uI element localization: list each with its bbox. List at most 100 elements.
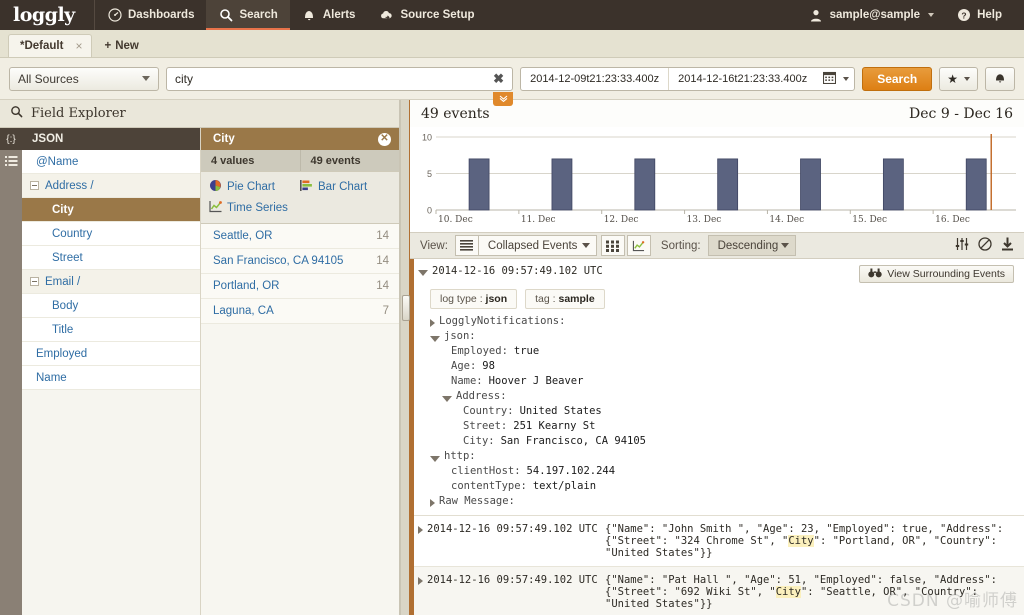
events-list[interactable]: 2014-12-16 09:57:49.102 UTC View Surroun…	[410, 259, 1024, 615]
sort-mode-select[interactable]: Descending	[708, 235, 796, 256]
saved-searches-button[interactable]: ★	[939, 67, 978, 91]
field-row-title[interactable]: Title	[22, 318, 200, 342]
clear-query-icon[interactable]: ✖	[493, 71, 504, 87]
expand-toggle-icon[interactable]	[418, 526, 423, 534]
json-line[interactable]: http:	[430, 449, 1024, 464]
field-row-street[interactable]: Street	[22, 246, 200, 270]
expand-toggle-icon[interactable]	[30, 277, 39, 286]
clock-icon[interactable]	[978, 237, 992, 254]
list-view-icon[interactable]	[455, 235, 479, 256]
user-menu[interactable]: sample@sample	[799, 0, 944, 30]
panel-resize-divider[interactable]	[400, 100, 410, 615]
events-histogram[interactable]: 051010. Dec11. Dec12. Dec13. Dec14. Dec1…	[410, 127, 1024, 232]
event-row[interactable]: 2014-12-16 09:57:49.102 UTC{"Name": "Pat…	[410, 567, 1024, 615]
tab-default[interactable]: *Default ×	[8, 34, 92, 57]
close-icon[interactable]: ✕	[378, 133, 391, 146]
histogram-bar[interactable]	[801, 159, 821, 210]
list-view-icon[interactable]	[0, 150, 22, 172]
collapse-toggle-icon[interactable]	[418, 270, 428, 276]
json-line[interactable]: Address:	[430, 389, 1024, 404]
json-line[interactable]: contentType:text/plain	[430, 479, 1024, 494]
tag-sample[interactable]: tag : sample	[525, 289, 605, 309]
field-list[interactable]: @NameAddress /CityCountryStreetEmail /Bo…	[22, 150, 200, 615]
search-button[interactable]: Search	[862, 67, 932, 91]
collapse-toggle-icon[interactable]	[430, 336, 440, 342]
field-row-address[interactable]: Address /	[22, 174, 200, 198]
json-line[interactable]: Employed:true	[430, 344, 1024, 359]
nav-item-dashboards[interactable]: Dashboards	[95, 0, 206, 30]
field-value-row[interactable]: San Francisco, CA 9410514	[201, 249, 399, 274]
event-json-tree[interactable]: LogglyNotifications:json:Employed:trueAg…	[410, 313, 1024, 511]
time-range-picker[interactable]: 2014-12-09t21:23:33.400z 2014-12-16t21:2…	[520, 67, 855, 91]
json-line[interactable]: Raw Message:	[430, 494, 1024, 509]
tag-log-type[interactable]: log type : json	[430, 289, 517, 309]
view-mode-select[interactable]: Collapsed Events	[479, 235, 597, 256]
expand-toggle-icon[interactable]	[430, 499, 435, 507]
json-line[interactable]: json:	[430, 329, 1024, 344]
histogram-svg[interactable]: 051010. Dec11. Dec12. Dec13. Dec14. Dec1…	[410, 127, 1024, 232]
field-row-body[interactable]: Body	[22, 294, 200, 318]
chart-view-icon[interactable]	[627, 235, 651, 256]
resize-grip[interactable]	[402, 295, 410, 321]
json-line[interactable]: Age:98	[430, 359, 1024, 374]
collapse-toggle-icon[interactable]	[430, 456, 440, 462]
filter-sliders-icon[interactable]	[955, 237, 969, 254]
histogram-bar[interactable]	[966, 159, 986, 210]
json-view-icon[interactable]: {:}	[0, 128, 22, 150]
view-surrounding-events-button[interactable]: View Surrounding Events	[859, 265, 1014, 283]
collapsed-event-rows[interactable]: 2014-12-16 09:57:49.102 UTC{"Name": "Joh…	[410, 516, 1024, 615]
values-count-label: 4 values	[201, 150, 300, 171]
nav-item-alerts[interactable]: Alerts	[290, 0, 368, 30]
field-row-name[interactable]: Name	[22, 366, 200, 390]
field-value-row[interactable]: Laguna, CA7	[201, 299, 399, 324]
histogram-bar[interactable]	[718, 159, 738, 210]
calendar-button[interactable]	[816, 71, 854, 87]
field-row-employed[interactable]: Employed	[22, 342, 200, 366]
json-line[interactable]: Country:United States	[430, 404, 1024, 419]
close-icon[interactable]: ×	[75, 39, 82, 53]
field-explorer-title: Field Explorer	[31, 106, 126, 121]
time-to-field[interactable]: 2014-12-16t21:23:33.400z	[668, 68, 816, 90]
help-link[interactable]: ? Help	[946, 0, 1012, 30]
field-row-name[interactable]: @Name	[22, 150, 200, 174]
grid-view-icon[interactable]	[601, 235, 625, 256]
field-row-email[interactable]: Email /	[22, 270, 200, 294]
download-icon[interactable]	[1001, 237, 1014, 254]
histogram-bar[interactable]	[552, 159, 572, 210]
pie-chart-link[interactable]: Pie Chart	[209, 177, 300, 196]
nav-item-source-setup[interactable]: Source Setup	[367, 0, 486, 30]
loggly-logo[interactable]: loggly	[0, 0, 94, 30]
json-line[interactable]: Street:251 Kearny St	[430, 419, 1024, 434]
nav-item-search[interactable]: Search	[206, 0, 289, 30]
field-value-row[interactable]: Seattle, OR14	[201, 224, 399, 249]
expand-toggle-icon[interactable]	[418, 577, 423, 585]
view-surrounding-events-label: View Surrounding Events	[887, 268, 1005, 280]
bar-chart-link[interactable]: Bar Chart	[300, 177, 391, 196]
expand-toggle-icon[interactable]	[430, 319, 435, 327]
field-row-country[interactable]: Country	[22, 222, 200, 246]
collapse-toggle-icon[interactable]	[442, 396, 452, 402]
histogram-bar[interactable]	[883, 159, 903, 210]
histogram-bar[interactable]	[635, 159, 655, 210]
field-values-list[interactable]: Seattle, OR14San Francisco, CA 9410514Po…	[201, 224, 399, 324]
field-row-city[interactable]: City	[22, 198, 200, 222]
source-select[interactable]: All Sources	[9, 67, 159, 91]
json-line[interactable]: clientHost:54.197.102.244	[430, 464, 1024, 479]
time-series-link[interactable]: Time Series	[209, 198, 300, 217]
create-alert-button[interactable]	[985, 67, 1015, 91]
histogram-bar[interactable]	[469, 159, 489, 210]
search-input[interactable]	[175, 72, 493, 86]
json-value: United States	[520, 404, 602, 419]
search-query-box[interactable]: ✖	[166, 67, 513, 91]
query-history-toggle[interactable]	[493, 92, 513, 106]
event-message: {"Name": "John Smith ", "Age": 23, "Empl…	[605, 523, 1010, 559]
json-line[interactable]: Name:Hoover J Beaver	[430, 374, 1024, 389]
expand-toggle-icon[interactable]	[30, 181, 39, 190]
new-tab-button[interactable]: + New	[92, 34, 150, 57]
json-line[interactable]: City:San Francisco, CA 94105	[430, 434, 1024, 449]
json-key: City:	[463, 434, 495, 449]
event-row[interactable]: 2014-12-16 09:57:49.102 UTC{"Name": "Joh…	[410, 516, 1024, 567]
time-from-field[interactable]: 2014-12-09t21:23:33.400z	[521, 68, 668, 90]
field-value-row[interactable]: Portland, OR14	[201, 274, 399, 299]
json-line[interactable]: LogglyNotifications:	[430, 314, 1024, 329]
